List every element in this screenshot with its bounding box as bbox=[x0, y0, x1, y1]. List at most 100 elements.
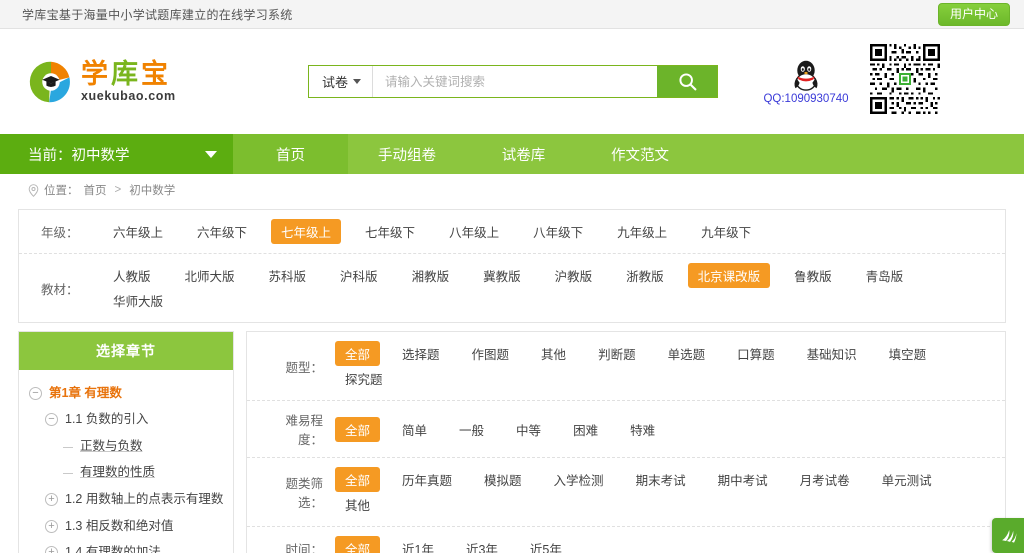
expand-toggle-icon[interactable]: + bbox=[45, 546, 58, 553]
search-button[interactable] bbox=[657, 66, 717, 97]
textbook-chip[interactable]: 冀教版 bbox=[473, 263, 531, 288]
difficulty-chip[interactable]: 特难 bbox=[620, 417, 665, 442]
question-type-chip-selected[interactable]: 全部 bbox=[335, 341, 380, 366]
qq-contact[interactable]: QQ:1090930740 bbox=[758, 58, 854, 105]
time-filter-row: 时间： 全部 近1年 近3年 近5年 bbox=[247, 526, 1005, 553]
grade-chip[interactable]: 八年级上 bbox=[439, 219, 509, 244]
question-type-chip[interactable]: 选择题 bbox=[392, 341, 450, 366]
grade-filter-label: 年级： bbox=[41, 222, 103, 241]
grade-chip-selected[interactable]: 七年级上 bbox=[271, 219, 341, 244]
tree-item-label[interactable]: 1.3 相反数和绝对值 bbox=[65, 519, 173, 535]
chevron-down-icon bbox=[205, 151, 217, 158]
nav-item-essay-samples[interactable]: 作文范文 bbox=[581, 134, 699, 174]
question-filter-panel: 题型： 全部 选择题 作图题 其他 判断题 单选题 口算题 基础知识 填空题 探… bbox=[246, 331, 1006, 553]
time-chip-selected[interactable]: 全部 bbox=[335, 536, 380, 553]
textbook-chip[interactable]: 浙教版 bbox=[616, 263, 674, 288]
category-chip[interactable]: 模拟题 bbox=[474, 467, 532, 492]
tree-item-label[interactable]: 1.4 有理数的加法 bbox=[65, 545, 161, 553]
question-type-chip[interactable]: 口算题 bbox=[727, 341, 785, 366]
question-type-chip[interactable]: 其他 bbox=[531, 341, 576, 366]
time-filter-label: 时间： bbox=[265, 539, 335, 553]
breadcrumb-current: 初中数学 bbox=[129, 182, 175, 198]
difficulty-chip[interactable]: 一般 bbox=[449, 417, 494, 442]
tree-item-positive-negative[interactable]: 正数与负数 bbox=[29, 433, 227, 460]
feedback-widget-button[interactable] bbox=[992, 518, 1024, 553]
category-chip[interactable]: 期末考试 bbox=[626, 467, 696, 492]
nav-item-paper-library[interactable]: 试卷库 bbox=[466, 134, 581, 174]
textbook-chip[interactable]: 北师大版 bbox=[175, 263, 245, 288]
question-type-chip[interactable]: 基础知识 bbox=[797, 341, 867, 366]
category-chip-selected[interactable]: 全部 bbox=[335, 467, 380, 492]
difficulty-filter-row: 难易程度： 全部 简单 一般 中等 困难 特难 bbox=[247, 400, 1005, 457]
tree-item-1-3[interactable]: + 1.3 相反数和绝对值 bbox=[29, 513, 227, 540]
textbook-chip[interactable]: 青岛版 bbox=[856, 263, 914, 288]
grade-chip[interactable]: 九年级上 bbox=[607, 219, 677, 244]
grade-chip[interactable]: 六年级上 bbox=[103, 219, 173, 244]
expand-toggle-icon[interactable]: + bbox=[45, 520, 58, 533]
collapse-toggle-icon[interactable]: − bbox=[29, 387, 42, 400]
textbook-chip-selected[interactable]: 北京课改版 bbox=[688, 263, 771, 288]
grade-chip[interactable]: 八年级下 bbox=[523, 219, 593, 244]
textbook-chip[interactable]: 华师大版 bbox=[103, 288, 173, 313]
textbook-chip[interactable]: 沪科版 bbox=[330, 263, 388, 288]
content-column: 题型： 全部 选择题 作图题 其他 判断题 单选题 口算题 基础知识 填空题 探… bbox=[246, 331, 1006, 553]
feedback-widget-icon bbox=[999, 526, 1018, 545]
difficulty-chip[interactable]: 困难 bbox=[563, 417, 608, 442]
tree-item-label[interactable]: 有理数的性质 bbox=[80, 465, 155, 481]
time-options: 全部 近1年 近3年 近5年 bbox=[335, 536, 584, 553]
tree-item-1-2[interactable]: + 1.2 用数轴上的点表示有理数 bbox=[29, 487, 227, 514]
subject-selector[interactable]: 当前：初中数学 bbox=[0, 134, 233, 174]
expand-toggle-icon[interactable]: + bbox=[45, 493, 58, 506]
question-type-options: 全部 选择题 作图题 其他 判断题 单选题 口算题 基础知识 填空题 探究题 bbox=[335, 341, 1005, 391]
textbook-chip[interactable]: 人教版 bbox=[103, 263, 161, 288]
category-chip[interactable]: 其他 bbox=[335, 492, 380, 517]
grade-chip[interactable]: 七年级下 bbox=[355, 219, 425, 244]
collapse-toggle-icon[interactable]: − bbox=[45, 413, 58, 426]
question-type-chip[interactable]: 判断题 bbox=[588, 341, 646, 366]
category-chip[interactable]: 月考试卷 bbox=[790, 467, 860, 492]
category-chip[interactable]: 历年真题 bbox=[392, 467, 462, 492]
tree-branch-icon bbox=[63, 473, 73, 474]
main-navigation: 当前：初中数学 首页 手动组卷 试卷库 作文范文 bbox=[0, 134, 1024, 174]
location-pin-icon bbox=[28, 184, 39, 197]
time-chip[interactable]: 近1年 bbox=[392, 536, 444, 553]
search-box: 试卷 bbox=[308, 65, 718, 98]
user-center-button[interactable]: 用户中心 bbox=[938, 3, 1010, 26]
logo-text: 学库宝 xuekubao.com bbox=[81, 61, 176, 103]
question-type-chip[interactable]: 填空题 bbox=[879, 341, 937, 366]
category-chip[interactable]: 单元测试 bbox=[872, 467, 942, 492]
textbook-chip[interactable]: 鲁教版 bbox=[784, 263, 842, 288]
tree-item-1-4[interactable]: + 1.4 有理数的加法 bbox=[29, 540, 227, 553]
search-type-dropdown[interactable]: 试卷 bbox=[309, 66, 373, 97]
difficulty-chip[interactable]: 简单 bbox=[392, 417, 437, 442]
tree-item-label[interactable]: 正数与负数 bbox=[80, 439, 143, 455]
category-chip[interactable]: 期中考试 bbox=[708, 467, 778, 492]
grade-chip[interactable]: 六年级下 bbox=[187, 219, 257, 244]
search-input[interactable] bbox=[373, 66, 657, 97]
question-type-chip[interactable]: 探究题 bbox=[335, 366, 393, 391]
difficulty-chip-selected[interactable]: 全部 bbox=[335, 417, 380, 442]
site-logo[interactable]: 学库宝 xuekubao.com bbox=[28, 59, 308, 105]
time-chip[interactable]: 近5年 bbox=[520, 536, 572, 553]
breadcrumb-home[interactable]: 首页 bbox=[84, 182, 107, 198]
qq-number[interactable]: QQ:1090930740 bbox=[763, 93, 848, 105]
tree-item-chapter1[interactable]: − 第1章 有理数 bbox=[29, 380, 227, 407]
textbook-chip[interactable]: 苏科版 bbox=[259, 263, 317, 288]
tree-item-label[interactable]: 1.2 用数轴上的点表示有理数 bbox=[65, 492, 223, 508]
textbook-chip[interactable]: 湘教版 bbox=[402, 263, 460, 288]
textbook-chip[interactable]: 沪教版 bbox=[545, 263, 603, 288]
site-header: 学库宝 xuekubao.com 试卷 bbox=[0, 29, 1024, 134]
question-type-chip[interactable]: 作图题 bbox=[462, 341, 520, 366]
tree-item-1-1[interactable]: − 1.1 负数的引入 bbox=[29, 407, 227, 434]
top-utility-bar: 学库宝基于海量中小学试题库建立的在线学习系统 用户中心 bbox=[0, 0, 1024, 29]
question-type-chip[interactable]: 单选题 bbox=[658, 341, 716, 366]
difficulty-chip[interactable]: 中等 bbox=[506, 417, 551, 442]
tree-item-rational-properties[interactable]: 有理数的性质 bbox=[29, 460, 227, 487]
category-chip[interactable]: 入学检测 bbox=[544, 467, 614, 492]
grade-chip[interactable]: 九年级下 bbox=[691, 219, 761, 244]
nav-item-manual-paper[interactable]: 手动组卷 bbox=[348, 134, 466, 174]
time-chip[interactable]: 近3年 bbox=[456, 536, 508, 553]
tree-item-label[interactable]: 第1章 有理数 bbox=[49, 386, 122, 402]
nav-item-home[interactable]: 首页 bbox=[233, 134, 348, 174]
tree-item-label[interactable]: 1.1 负数的引入 bbox=[65, 412, 148, 428]
